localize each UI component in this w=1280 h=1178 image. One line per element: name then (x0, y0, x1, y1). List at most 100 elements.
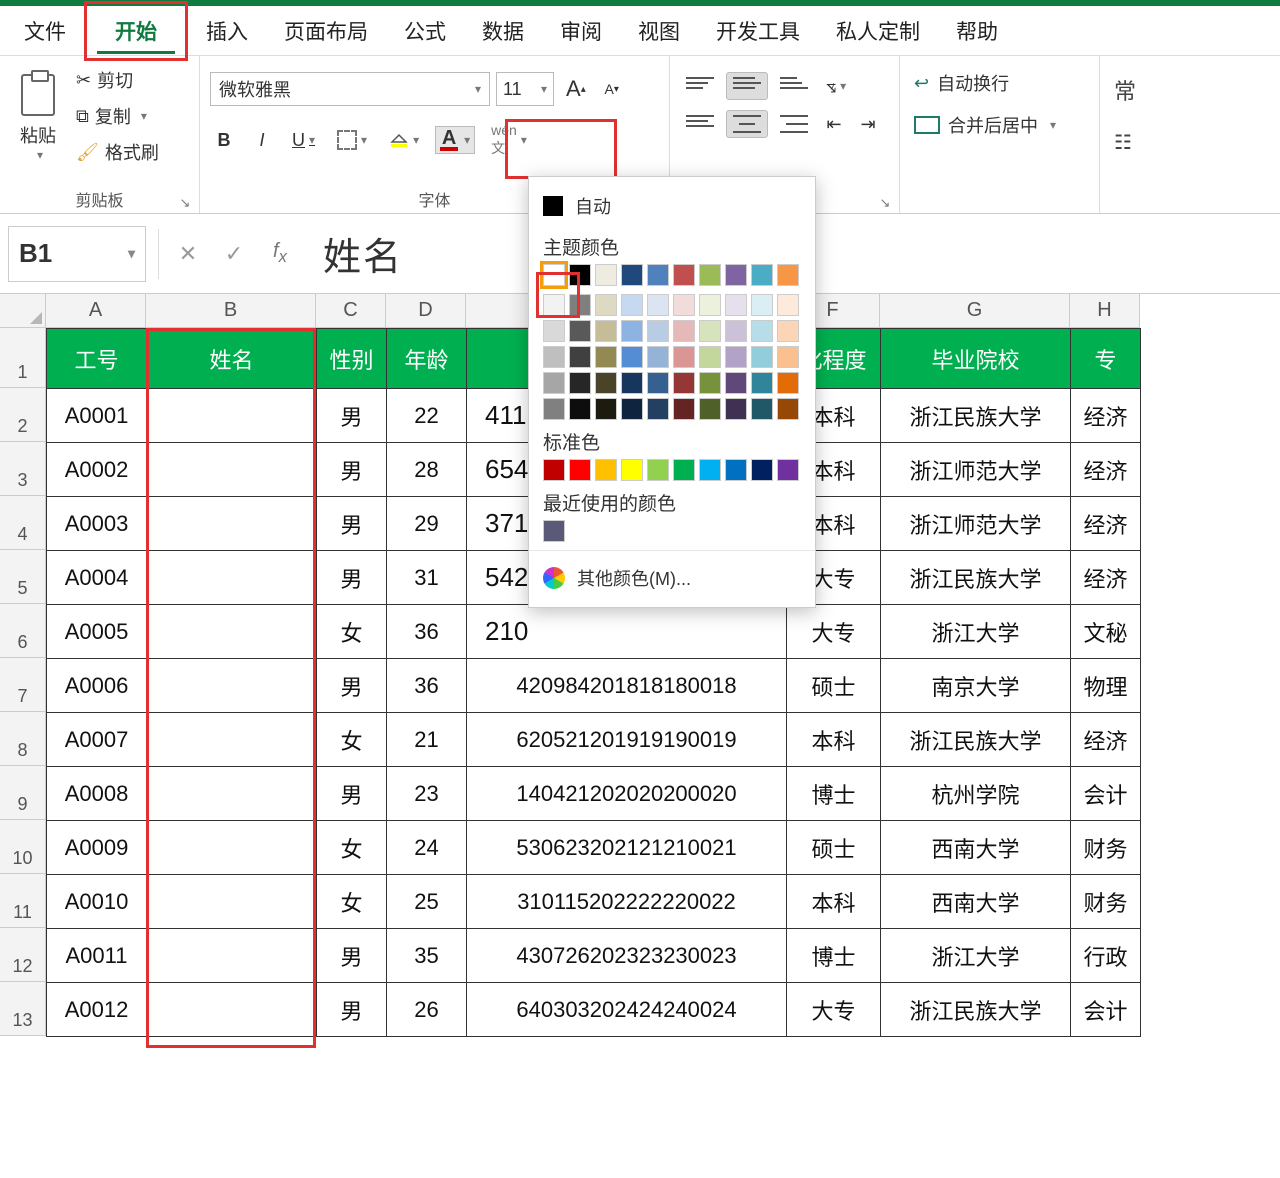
row-header[interactable]: 6 (0, 604, 46, 658)
color-swatch[interactable] (777, 459, 799, 481)
header-cell[interactable]: 毕业院校 (881, 329, 1071, 389)
table-row[interactable]: A0005女36210大专浙江大学文秘 (47, 605, 1141, 659)
col-header-C[interactable]: C (316, 294, 386, 328)
color-swatch[interactable] (725, 320, 747, 342)
header-cell[interactable]: 专 (1071, 329, 1141, 389)
color-swatch[interactable] (699, 372, 721, 394)
insert-function-button[interactable]: fx (257, 240, 303, 267)
increase-indent-button[interactable]: ⇥ (854, 110, 882, 138)
wrap-text-button[interactable]: ↩ 自动换行 (914, 70, 1085, 96)
align-right-button[interactable] (774, 110, 814, 138)
color-swatch[interactable] (725, 398, 747, 420)
color-swatch[interactable] (751, 264, 773, 286)
menu-page-layout[interactable]: 页面布局 (266, 8, 386, 54)
row-header[interactable]: 13 (0, 982, 46, 1036)
select-all-corner[interactable] (0, 294, 46, 328)
color-swatch[interactable] (673, 372, 695, 394)
color-swatch[interactable] (777, 294, 799, 316)
header-cell[interactable]: 性别 (317, 329, 387, 389)
col-header-B[interactable]: B (146, 294, 316, 328)
color-swatch[interactable] (621, 294, 643, 316)
table-row[interactable]: A0012男26640303202424240024大专浙江民族大学会计 (47, 983, 1141, 1037)
color-swatch[interactable] (673, 459, 695, 481)
font-name-combo[interactable]: 微软雅黑 ▾ (210, 72, 490, 106)
menu-review[interactable]: 审阅 (542, 8, 620, 54)
color-swatch[interactable] (543, 320, 565, 342)
color-swatch[interactable] (699, 320, 721, 342)
paste-button[interactable]: 粘贴 ▾ (10, 62, 66, 174)
color-swatch[interactable] (647, 320, 669, 342)
color-swatch[interactable] (543, 398, 565, 420)
row-header[interactable]: 3 (0, 442, 46, 496)
color-swatch[interactable] (673, 346, 695, 368)
align-top-button[interactable] (680, 72, 720, 100)
color-swatch[interactable] (595, 459, 617, 481)
color-swatch[interactable] (751, 294, 773, 316)
color-swatch[interactable] (751, 346, 773, 368)
menu-file[interactable]: 文件 (6, 8, 84, 54)
menu-home[interactable]: 开始 (97, 8, 175, 54)
color-swatch[interactable] (647, 294, 669, 316)
align-center-button[interactable] (726, 110, 768, 138)
color-swatch[interactable] (699, 398, 721, 420)
header-cell[interactable]: 姓名 (147, 329, 317, 389)
row-header[interactable]: 2 (0, 388, 46, 442)
color-swatch[interactable] (647, 346, 669, 368)
row-header[interactable]: 9 (0, 766, 46, 820)
row-header[interactable]: 11 (0, 874, 46, 928)
color-swatch[interactable] (725, 294, 747, 316)
fill-color-button[interactable]: ▾ (383, 126, 425, 154)
color-swatch[interactable] (595, 346, 617, 368)
color-swatch[interactable] (699, 264, 721, 286)
header-cell[interactable]: 年龄 (387, 329, 467, 389)
col-header-A[interactable]: A (46, 294, 146, 328)
merge-center-button[interactable]: 合并后居中 ▾ (914, 112, 1085, 138)
row-header[interactable]: 7 (0, 658, 46, 712)
font-size-combo[interactable]: 11 ▾ (496, 72, 554, 106)
font-color-button[interactable]: A ▾ (435, 126, 475, 154)
dialog-launcher-icon[interactable]: ↘ (877, 195, 893, 211)
col-header-H[interactable]: H (1070, 294, 1140, 328)
table-row[interactable]: A0011男35430726202323230023博士浙江大学行政 (47, 929, 1141, 983)
table-row[interactable]: A0009女24530623202121210021硕士西南大学财务 (47, 821, 1141, 875)
color-swatch[interactable] (725, 372, 747, 394)
color-swatch[interactable] (673, 294, 695, 316)
decrease-indent-button[interactable]: ⇤ (820, 110, 848, 138)
color-swatch[interactable] (777, 398, 799, 420)
menu-custom[interactable]: 私人定制 (818, 8, 938, 54)
color-swatch[interactable] (621, 264, 643, 286)
color-swatch[interactable] (699, 294, 721, 316)
color-swatch[interactable] (543, 294, 565, 316)
copy-button[interactable]: ⧉ 复制 ▾ (76, 98, 159, 134)
color-swatch[interactable] (569, 372, 591, 394)
menu-insert[interactable]: 插入 (188, 8, 266, 54)
align-bottom-button[interactable] (774, 72, 814, 100)
menu-help[interactable]: 帮助 (938, 8, 1016, 54)
shrink-font-button[interactable]: A▾ (598, 75, 626, 103)
table-row[interactable]: A0006男36420984201818180018硕士南京大学物理 (47, 659, 1141, 713)
row-header[interactable]: 1 (0, 328, 46, 388)
color-swatch[interactable] (673, 320, 695, 342)
color-swatch[interactable] (751, 372, 773, 394)
color-swatch[interactable] (777, 372, 799, 394)
color-swatch[interactable] (751, 320, 773, 342)
color-swatch[interactable] (595, 294, 617, 316)
color-swatch[interactable] (569, 459, 591, 481)
more-colors-item[interactable]: 其他颜色(M)... (543, 559, 801, 597)
color-swatch[interactable] (647, 398, 669, 420)
name-box[interactable]: B1 ▾ (8, 226, 146, 282)
color-swatch[interactable] (725, 264, 747, 286)
menu-data[interactable]: 数据 (464, 8, 542, 54)
align-middle-button[interactable] (726, 72, 768, 100)
color-swatch[interactable] (621, 459, 643, 481)
color-swatch[interactable] (569, 264, 591, 286)
color-swatch[interactable] (777, 346, 799, 368)
color-swatch[interactable] (621, 372, 643, 394)
row-header[interactable]: 4 (0, 496, 46, 550)
col-header-G[interactable]: G (880, 294, 1070, 328)
phonetic-field-button[interactable]: wén文▾ (485, 126, 533, 154)
color-swatch[interactable] (543, 264, 565, 286)
confirm-edit-button[interactable]: ✓ (211, 241, 257, 267)
color-swatch[interactable] (569, 346, 591, 368)
color-swatch[interactable] (569, 398, 591, 420)
